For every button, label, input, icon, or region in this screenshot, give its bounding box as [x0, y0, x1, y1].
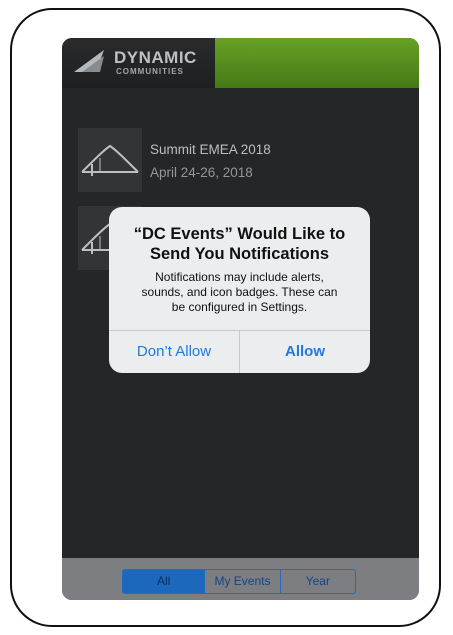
- alert-title: “DC Events” Would Like to Send You Notif…: [109, 224, 370, 264]
- notification-permission-alert: “DC Events” Would Like to Send You Notif…: [109, 207, 370, 373]
- alert-message-line: Notifications may include alerts,: [155, 270, 324, 284]
- alert-message-line: be configured in Settings.: [171, 300, 308, 314]
- alert-title-line: Send You Notifications: [149, 245, 330, 263]
- app-screen: DYNAMIC COMMUNITIES Summit EMEA 2018 Apr…: [62, 38, 419, 600]
- alert-message: Notifications may include alerts, sounds…: [129, 270, 350, 315]
- alert-message-line: sounds, and icon badges. These can: [141, 285, 338, 299]
- alert-title-line: “DC Events” Would Like to: [133, 225, 346, 243]
- allow-button[interactable]: Allow: [240, 331, 370, 373]
- dont-allow-button[interactable]: Don’t Allow: [109, 331, 239, 373]
